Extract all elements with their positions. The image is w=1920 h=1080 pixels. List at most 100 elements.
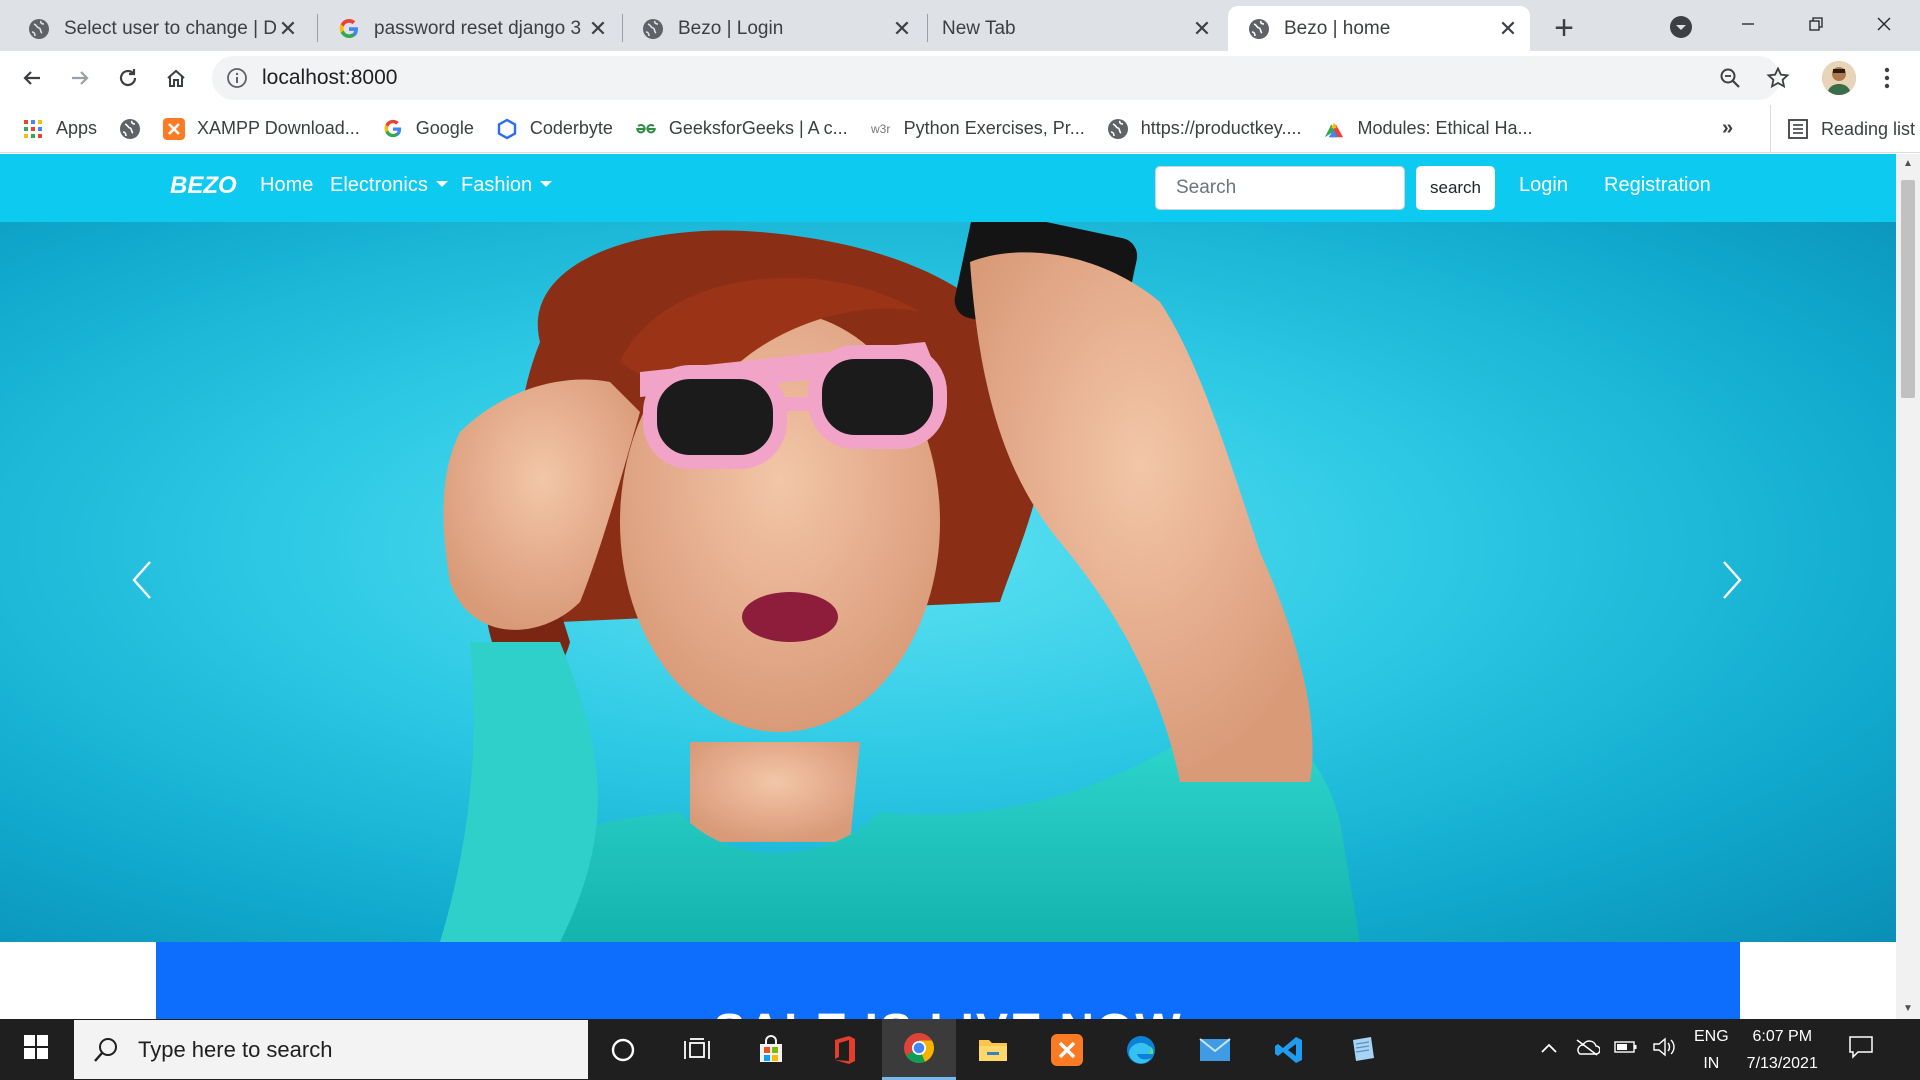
chevron-down-icon (540, 181, 553, 187)
close-icon[interactable]: ✕ (890, 16, 914, 41)
xampp-icon (163, 117, 186, 140)
browser-tab-strip: Select user to change | Dja ✕ password r… (0, 0, 1920, 51)
system-tray: ENG IN 6:07 PM 7/13/2021 (1540, 1019, 1874, 1080)
bookmark-coderbyte[interactable]: Coderbyte (496, 118, 613, 140)
bookmarks-overflow-button[interactable]: » (1722, 117, 1733, 140)
office-icon[interactable] (808, 1019, 882, 1080)
tab-password-reset[interactable]: password reset django 3 - ✕ (318, 6, 620, 51)
close-window-button[interactable] (1856, 6, 1912, 42)
reading-list-button[interactable]: Reading list (1770, 105, 1915, 153)
google-icon (338, 18, 360, 40)
site-brand[interactable]: BEZO (170, 172, 237, 200)
windows-taskbar: Type here to search ENG IN 6:07 PM 7/13/… (0, 1019, 1920, 1080)
bookmark-w3resource[interactable]: w3r Python Exercises, Pr... (870, 118, 1085, 140)
bookmark-label: Google (415, 118, 474, 138)
back-button[interactable] (14, 60, 50, 96)
nav-electronics-dropdown[interactable]: Electronics (330, 174, 448, 197)
geeksforgeeks-icon (635, 118, 657, 140)
tab-title: New Tab (942, 17, 1016, 39)
bookmark-apps[interactable]: Apps (22, 118, 97, 140)
notepad-icon[interactable] (1326, 1019, 1400, 1080)
zoom-icon[interactable] (1712, 60, 1748, 96)
tab-new-tab[interactable]: New Tab ✕ (922, 6, 1224, 51)
browser-toolbar: localhost:8000 (0, 51, 1920, 105)
file-explorer-icon[interactable] (956, 1019, 1030, 1080)
bookmark-geeksforgeeks[interactable]: GeeksforGeeks | A c... (635, 118, 848, 140)
site-info-icon[interactable] (226, 67, 248, 89)
coderbyte-icon (496, 118, 518, 140)
chevron-up-icon[interactable] (1540, 1041, 1558, 1059)
browser-menu-icon[interactable] (1872, 60, 1902, 96)
tab-bezo-login[interactable]: Bezo | Login ✕ (622, 6, 924, 51)
reading-list-icon (1787, 118, 1809, 140)
carousel-prev-button[interactable] (122, 560, 162, 602)
page-scrollbar[interactable]: ▲ ▼ (1896, 154, 1920, 1019)
nav-fashion-dropdown[interactable]: Fashion (461, 174, 553, 197)
close-icon[interactable]: ✕ (586, 16, 610, 41)
bookmark-label: GeeksforGeeks | A c... (668, 118, 848, 138)
microsoft-store-icon[interactable] (734, 1019, 808, 1080)
w3resource-icon: w3r (870, 121, 891, 136)
restore-button[interactable] (1788, 6, 1844, 42)
site-search-input[interactable]: Search (1155, 166, 1405, 210)
close-icon[interactable]: ✕ (1496, 16, 1520, 41)
page-viewport: BEZO Home Electronics Fashion Search sea… (0, 154, 1896, 1019)
modules-icon (1323, 118, 1345, 140)
bookmark-modules[interactable]: Modules: Ethical Ha... (1323, 118, 1533, 140)
home-button[interactable] (158, 60, 194, 96)
new-tab-button[interactable]: + (1546, 9, 1582, 47)
hero-carousel (0, 222, 1896, 942)
edge-icon[interactable] (1104, 1019, 1178, 1080)
xampp-icon[interactable] (1030, 1019, 1104, 1080)
minimize-button[interactable] (1720, 6, 1776, 42)
task-view-icon[interactable] (660, 1019, 734, 1080)
onedrive-icon[interactable] (1574, 1038, 1601, 1061)
tab-select-user[interactable]: Select user to change | Dja ✕ (8, 6, 310, 51)
notifications-icon[interactable] (1848, 1035, 1874, 1064)
bookmark-xampp[interactable]: XAMPP Download... (163, 117, 360, 140)
taskbar-search-box[interactable]: Type here to search (74, 1020, 588, 1079)
carousel-next-button[interactable] (1712, 560, 1752, 605)
nav-registration[interactable]: Registration (1604, 174, 1711, 197)
close-icon[interactable]: ✕ (276, 16, 300, 41)
scrollbar-thumb[interactable] (1901, 180, 1915, 398)
nav-fashion-label: Fashion (461, 174, 533, 196)
bookmark-star-icon[interactable] (1760, 60, 1796, 96)
chrome-icon[interactable] (882, 1019, 956, 1080)
nav-login[interactable]: Login (1519, 174, 1568, 197)
language-indicator[interactable]: ENG IN (1694, 1023, 1729, 1077)
hero-image (440, 222, 1360, 942)
profile-avatar[interactable] (1822, 61, 1856, 95)
site-search-button[interactable]: search (1416, 166, 1495, 210)
bookmarks-bar: Apps XAMPP Download... Google Coderbyte … (0, 105, 1920, 153)
scroll-up-icon[interactable]: ▲ (1902, 158, 1914, 170)
tab-bezo-home[interactable]: Bezo | home ✕ (1228, 6, 1530, 51)
region-code: IN (1703, 1054, 1720, 1072)
vscode-icon[interactable] (1252, 1019, 1326, 1080)
clock-time: 6:07 PM (1752, 1027, 1813, 1045)
globe-icon (1248, 18, 1270, 40)
chevron-down-icon (435, 181, 448, 187)
address-bar[interactable]: localhost:8000 (212, 56, 1780, 100)
tab-search-icon[interactable] (1666, 12, 1696, 42)
scroll-down-icon[interactable]: ▼ (1902, 1003, 1914, 1015)
chevron-right-icon (1721, 560, 1743, 605)
cortana-icon[interactable] (586, 1019, 660, 1080)
reload-button[interactable] (110, 60, 146, 96)
forward-button[interactable] (62, 60, 98, 96)
start-button[interactable] (0, 1019, 72, 1080)
address-url: localhost:8000 (262, 66, 398, 89)
close-icon[interactable]: ✕ (1190, 16, 1214, 41)
bookmark-google[interactable]: Google (382, 118, 474, 140)
taskbar-search-placeholder: Type here to search (138, 1036, 333, 1062)
battery-icon[interactable] (1614, 1040, 1638, 1059)
volume-icon[interactable] (1652, 1037, 1676, 1062)
nav-home[interactable]: Home (260, 174, 313, 197)
bookmark-globe[interactable] (119, 118, 141, 140)
clock[interactable]: 6:07 PM 7/13/2021 (1747, 1023, 1818, 1077)
globe-icon (28, 18, 50, 40)
bookmark-productkey[interactable]: https://productkey.... (1107, 118, 1301, 140)
globe-icon (642, 18, 664, 40)
mail-icon[interactable] (1178, 1019, 1252, 1080)
nav-electronics-label: Electronics (330, 174, 428, 196)
